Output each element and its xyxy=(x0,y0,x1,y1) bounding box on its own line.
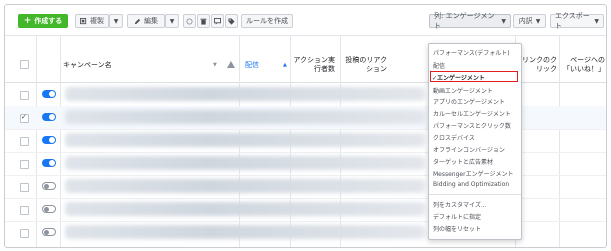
status-toggle[interactable] xyxy=(42,113,56,121)
row-checkbox[interactable] xyxy=(20,91,29,100)
menu-item-performance-clicks[interactable]: パフォーマンスとクリック数 xyxy=(433,121,511,130)
header-campaign-name[interactable]: キャンペーン名 xyxy=(63,61,112,70)
redacted-row-content xyxy=(65,156,425,170)
redacted-row-content xyxy=(65,87,425,101)
row-checkbox[interactable] xyxy=(20,137,29,146)
create-rule-button[interactable]: ルールを作成 xyxy=(241,14,293,28)
edit-dropdown-button[interactable]: ▼ xyxy=(165,14,179,28)
tag-button[interactable] xyxy=(225,14,238,28)
create-rule-label: ルールを作成 xyxy=(246,17,288,25)
edit-label: 編集 xyxy=(144,17,158,25)
header-page-likes[interactable]: ページへの「いいね！」 xyxy=(561,56,605,74)
row-checkbox[interactable] xyxy=(20,229,29,238)
create-label: 作成する xyxy=(34,17,63,25)
caret-down-icon: ▼ xyxy=(501,17,506,25)
sort-caret-icon[interactable]: ▼ xyxy=(213,61,217,70)
status-toggle[interactable] xyxy=(42,159,56,167)
check-icon: ✓ xyxy=(21,113,27,121)
duplicate-icon xyxy=(80,17,87,24)
menu-item-cross-device[interactable]: クロスデバイス xyxy=(433,133,475,142)
menu-item-carousel-engagement[interactable]: カルーセルエンゲージメント xyxy=(433,109,511,118)
tag-icon xyxy=(228,17,235,25)
warning-icon xyxy=(227,61,235,68)
caret-down-icon: ▼ xyxy=(594,17,599,25)
comment-icon xyxy=(214,17,221,25)
redacted-row-content xyxy=(65,179,425,193)
header-post-engagement[interactable]: 投稿のリアクション xyxy=(345,56,387,74)
redacted-row-content xyxy=(65,133,425,147)
delete-button[interactable] xyxy=(197,14,210,28)
status-toggle[interactable] xyxy=(42,182,56,190)
redacted-row-content xyxy=(65,110,425,124)
status-toggle[interactable] xyxy=(42,205,56,213)
duplicate-dropdown-button[interactable]: ▼ xyxy=(109,14,123,28)
header-delivery[interactable]: 配信 xyxy=(245,61,259,70)
export-label: エクスポート xyxy=(555,12,590,30)
menu-item-bidding-optimization[interactable]: Bidding and Optimization xyxy=(433,181,509,188)
row-checkbox[interactable] xyxy=(20,206,29,215)
export-button[interactable]: エクスポート ▼ xyxy=(550,12,604,30)
menu-item-customize-columns[interactable]: 列をカスタマイズ... xyxy=(433,200,487,209)
row-checkbox[interactable]: ✓ xyxy=(20,113,29,123)
pencil-icon xyxy=(134,18,141,24)
status-toggle[interactable] xyxy=(42,90,56,98)
menu-item-engagement[interactable]: ✓エンゲージメント xyxy=(432,73,485,82)
redacted-row-content xyxy=(65,225,425,239)
menu-item-set-default[interactable]: デフォルトに指定 xyxy=(433,212,481,221)
ads-manager-panel: + 作成する 複製 ▼ 編集 ▼ ルールを作成 列: エンゲージメント ▼ 内訳… xyxy=(4,4,607,248)
plus-icon: + xyxy=(23,16,32,26)
duplicate-button[interactable]: 複製 xyxy=(75,14,109,28)
menu-divider xyxy=(429,194,521,195)
menu-item-offline-conversions[interactable]: オフラインコンバージョン xyxy=(433,145,505,154)
breakdown-label: 内訳 xyxy=(518,17,533,25)
status-toggle[interactable] xyxy=(42,228,56,236)
columns-view-button[interactable]: 列: エンゲージメント ▼ xyxy=(429,12,511,30)
header-actions[interactable]: アクション実行者数 xyxy=(293,56,335,74)
menu-item-performance[interactable]: パフォーマンス(デフォルト) xyxy=(433,48,510,57)
caret-down-icon: ▼ xyxy=(169,17,175,25)
caret-down-icon: ▼ xyxy=(535,17,541,25)
duplicate-label: 複製 xyxy=(90,17,104,25)
header-link-clicks[interactable]: リンクのクリック xyxy=(517,56,557,74)
menu-item-reset-column-widths[interactable]: 列の幅をリセット xyxy=(433,224,481,233)
select-all-checkbox[interactable] xyxy=(20,60,29,69)
menu-item-targeting-creative[interactable]: ターゲットと広告素材 xyxy=(433,157,493,166)
trash-icon xyxy=(200,18,207,25)
menu-item-engagement-label: エンゲージメント xyxy=(437,75,485,82)
columns-view-label: 列: エンゲージメント xyxy=(434,12,495,30)
sort-asc-icon[interactable]: ▲ xyxy=(283,61,287,70)
columns-dropdown-menu: パフォーマンス(デフォルト) 配信 ✓エンゲージメント 動画エンゲージメント ア… xyxy=(428,43,522,240)
create-button[interactable]: + 作成する xyxy=(18,14,68,28)
breakdown-button[interactable]: 内訳 ▼ xyxy=(513,14,546,28)
status-toggle[interactable] xyxy=(42,136,56,144)
row-checkbox[interactable] xyxy=(20,160,29,169)
toolbar: + 作成する 複製 ▼ 編集 ▼ ルールを作成 列: エンゲージメント ▼ 内訳… xyxy=(5,5,606,36)
flask-icon xyxy=(186,17,193,25)
caret-down-icon: ▼ xyxy=(113,17,119,25)
menu-item-messenger-engagement[interactable]: Messengerエンゲージメント xyxy=(433,169,513,178)
menu-item-video-engagement[interactable]: 動画エンゲージメント xyxy=(433,86,493,95)
edit-button[interactable]: 編集 xyxy=(127,14,165,28)
menu-item-app-engagement[interactable]: アプリのエンゲージメント xyxy=(433,97,505,106)
preview-button[interactable] xyxy=(211,14,224,28)
row-checkbox[interactable] xyxy=(20,183,29,192)
menu-item-delivery[interactable]: 配信 xyxy=(433,61,445,70)
redacted-row-content xyxy=(65,202,425,216)
ab-test-button[interactable] xyxy=(183,14,196,28)
